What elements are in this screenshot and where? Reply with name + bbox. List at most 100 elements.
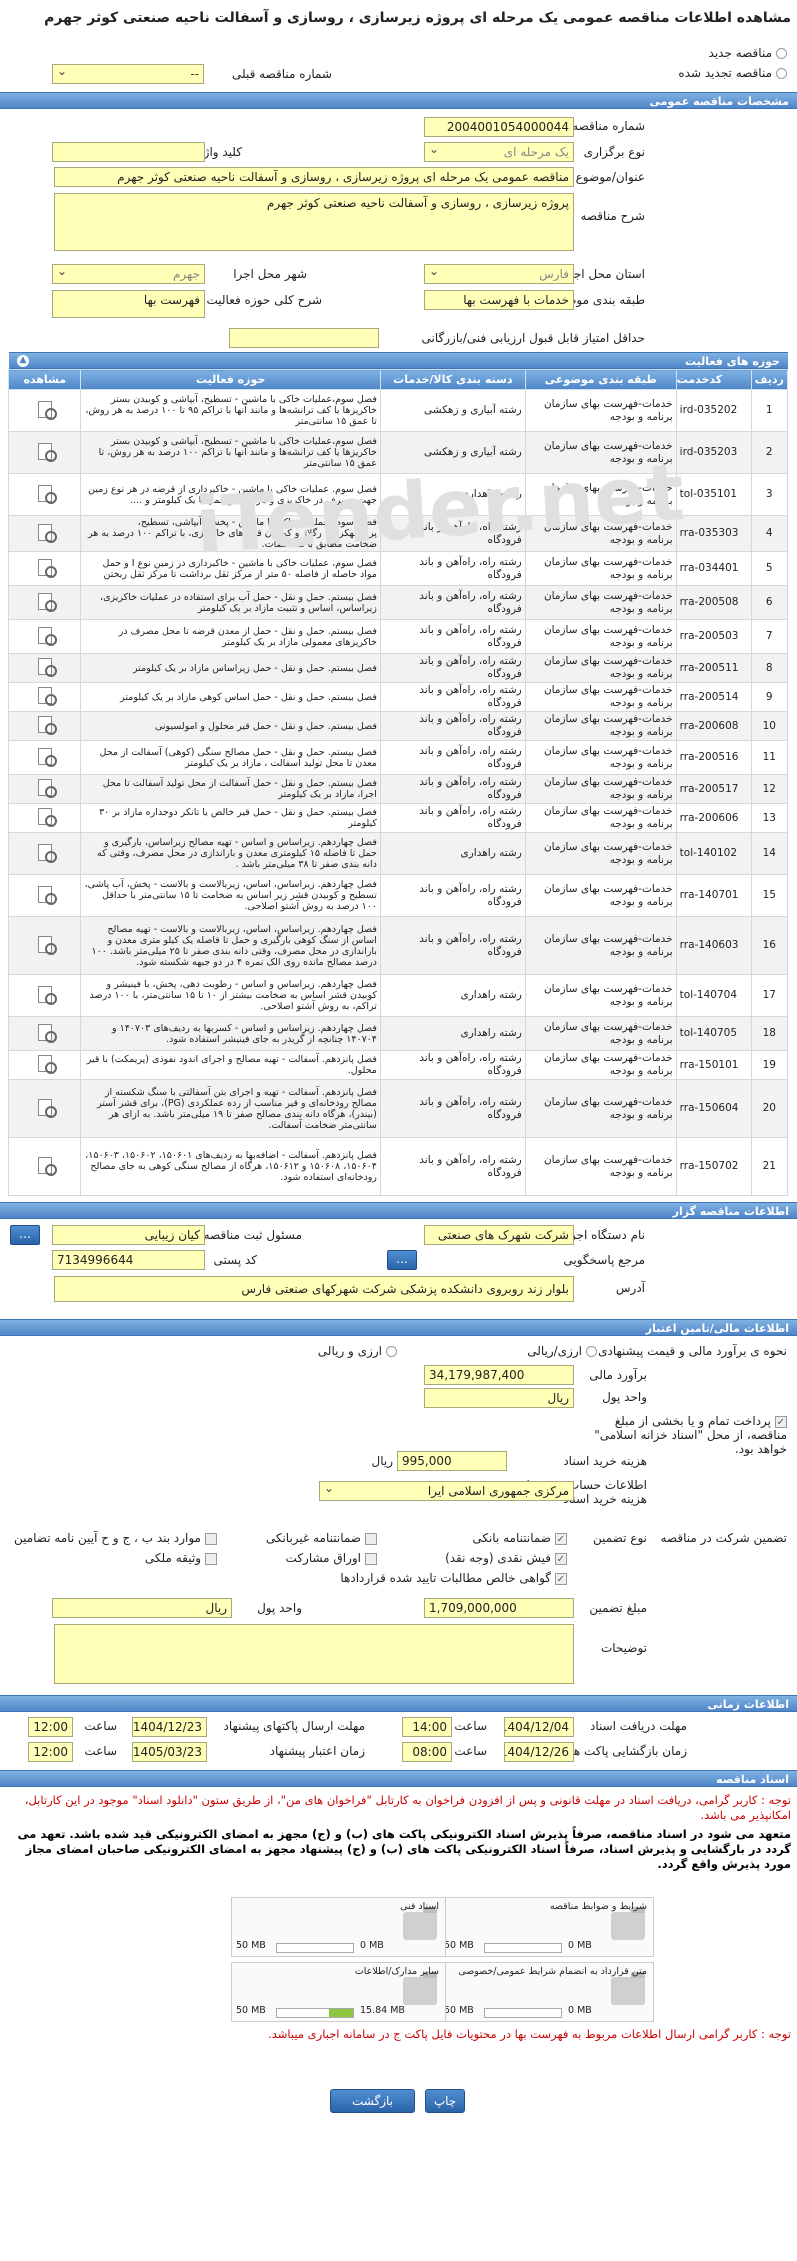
column-header: حوزه فعالیت	[80, 369, 381, 390]
document-box[interactable]: سایر مدارک/اطلاعات 50 MB 15.84 MB	[231, 1962, 446, 2022]
view-document-icon[interactable]	[34, 1098, 57, 1118]
back-button[interactable]: بازگشت	[330, 2089, 415, 2113]
view-cell	[7, 974, 82, 1017]
view-cell	[7, 711, 82, 741]
activity-summary-label: شرح کلی حوزه فعالیت	[206, 293, 323, 307]
view-document-icon[interactable]	[34, 1023, 57, 1043]
submit-hour-label: ساعت	[84, 1719, 117, 1733]
cell-code: rra-150604	[675, 1079, 752, 1138]
document-size: 0 MB	[568, 1940, 592, 1951]
account-select[interactable]: مرکزی جمهوری اسلامی ایرا	[319, 1481, 574, 1501]
view-document-icon[interactable]	[34, 715, 57, 735]
notes-field	[54, 1624, 574, 1684]
fx-rial-option[interactable]: ارزی و ریالی	[318, 1344, 397, 1358]
document-size: 15.84 MB	[360, 2005, 405, 2016]
category-field: خدمات با فهرست بها	[424, 290, 574, 310]
document-box[interactable]: شرایط و ضوابط مناقصه 50 MB 0 MB	[439, 1897, 654, 1957]
view-cell	[7, 619, 82, 654]
cell-code: rra-200516	[675, 740, 752, 775]
view-cell	[7, 515, 82, 552]
view-document-icon[interactable]	[34, 885, 57, 905]
table-row: 10 rra-200608 خدمات-فهرست بهای سازمان برنا…	[7, 711, 789, 741]
table-row: 3 tol-035101 خدمات-فهرست بهای سازمان برنام…	[7, 473, 789, 516]
cell-idx: 20	[750, 1079, 789, 1138]
cell-idx: 16	[750, 916, 789, 975]
reference-details-button[interactable]: ...	[387, 1250, 417, 1270]
rial-option[interactable]: ارزی/ریالی	[527, 1344, 597, 1358]
view-cell	[7, 473, 82, 516]
cell-cat: خدمات-فهرست بهای سازمان برنامه و بودجه	[524, 551, 677, 586]
cell-act: فصل بیستم. حمل و نقل - حمل قیر محلول و ا…	[80, 711, 381, 741]
document-size: 0 MB	[568, 2005, 592, 2016]
guarantee-bank: ضمانتنامه بانکی	[472, 1531, 567, 1545]
cell-cat: خدمات-فهرست بهای سازمان برنامه و بودجه	[524, 774, 677, 804]
document-label: شرایط و ضوابط مناقصه	[549, 1901, 647, 1912]
city-select[interactable]: جهرم	[52, 264, 205, 284]
document-size-bar	[276, 2008, 354, 2018]
prev-number-select[interactable]: --	[52, 64, 204, 84]
view-document-icon[interactable]	[34, 657, 57, 677]
cell-act: فصل سوم، عملیات خاکی با ماشین - خاکبردار…	[80, 551, 381, 586]
cell-idx: 2	[750, 431, 789, 474]
document-box[interactable]: اسناد فنی 50 MB 0 MB	[231, 1897, 446, 1957]
guarantee-amount-label: مبلغ تضمین	[589, 1601, 647, 1615]
table-row: 16 rra-140603 خدمات-فهرست بهای سازمان برنا…	[7, 916, 789, 975]
cell-code: rra-200606	[675, 803, 752, 833]
province-select[interactable]: فارس	[424, 264, 574, 284]
type-select[interactable]: یک مرحله ای	[424, 142, 574, 162]
view-document-icon[interactable]	[34, 935, 57, 955]
view-document-icon[interactable]	[34, 807, 57, 827]
cell-grp: رشته راه، راه‌آهن و باند فرودگاه	[379, 874, 526, 917]
folder-icon	[403, 1972, 437, 2005]
submit-date: 1404/12/23	[132, 1717, 207, 1737]
folder-icon	[403, 1907, 437, 1940]
keyword-field[interactable]	[52, 142, 205, 162]
renewed-tender-option[interactable]: مناقصه تجدید شده	[678, 66, 787, 80]
new-tender-option[interactable]: مناقصه جدید	[709, 46, 787, 60]
min-score-label: حداقل امتیاز قابل قبول ارزیابی فنی/بازرگ…	[421, 331, 645, 345]
view-cell	[7, 1016, 82, 1051]
view-document-icon[interactable]	[34, 626, 57, 646]
docs-section-header: اسناد مناقصه	[0, 1770, 797, 1787]
cell-idx: 19	[750, 1050, 789, 1080]
view-document-icon[interactable]	[34, 686, 57, 706]
valid-time: 12:00	[28, 1742, 73, 1762]
view-cell	[7, 803, 82, 833]
cell-code: ird-035203	[675, 431, 752, 474]
cell-grp: رشته راهداری	[379, 832, 526, 875]
view-document-icon[interactable]	[34, 985, 57, 1005]
document-size-bar	[276, 1943, 354, 1953]
activities-header-row: ردیف کدخدمت طبقه بندی موضوعی دسته بندی کالا…	[7, 369, 789, 390]
valid-label: زمان اعتبار پیشنهاد	[269, 1744, 365, 1758]
cell-idx: 13	[750, 803, 789, 833]
view-document-icon[interactable]	[34, 592, 57, 612]
submit-label: مهلت ارسال پاکتهای پیشنهاد	[223, 1719, 365, 1733]
notes-label: توضیحات	[600, 1641, 647, 1655]
cell-act: فصل بیستم. حمل و نقل - حمل آب برای استفا…	[80, 585, 381, 620]
responsible-details-button[interactable]: ...	[10, 1225, 40, 1245]
view-document-icon[interactable]	[34, 1054, 57, 1074]
cell-act: فصل چهاردهم. زیراساس و اساس - رطوبت دهی،…	[80, 974, 381, 1017]
view-document-icon[interactable]	[34, 523, 57, 543]
collapse-icon[interactable]: ▲	[17, 355, 29, 367]
table-row: 18 tol-140705 خدمات-فهرست بهای سازمان برنا…	[7, 1016, 789, 1051]
view-document-icon[interactable]	[34, 843, 57, 863]
activity-summary-field: فهرست بها	[52, 290, 205, 318]
cell-grp: رشته راه، راه‌آهن و باند فرودگاه	[379, 916, 526, 975]
view-document-icon[interactable]	[34, 1156, 57, 1176]
view-document-icon[interactable]	[34, 558, 57, 578]
city-label: شهر محل اجرا	[233, 267, 307, 281]
view-document-icon[interactable]	[34, 442, 57, 462]
valid-date: 1405/03/23	[132, 1742, 207, 1762]
folder-icon	[611, 1907, 645, 1940]
view-document-icon[interactable]	[34, 400, 57, 420]
view-document-icon[interactable]	[34, 747, 57, 767]
view-document-icon[interactable]	[34, 484, 57, 504]
reference-label: مرجع پاسخگویی	[563, 1253, 645, 1267]
view-document-icon[interactable]	[34, 778, 57, 798]
table-row: 2 ird-035203 خدمات-فهرست بهای سازمان برنام…	[7, 431, 789, 474]
print-button[interactable]: چاپ	[425, 2089, 465, 2113]
subject-field: مناقصه عمومی یک مرحله ای پروژه زیرسازی ،…	[54, 167, 574, 187]
type-label: نوع برگزاری	[583, 145, 645, 159]
document-box[interactable]: متن قرارداد به انضمام شرایط عمومی/خصوصی 5…	[439, 1962, 654, 2022]
